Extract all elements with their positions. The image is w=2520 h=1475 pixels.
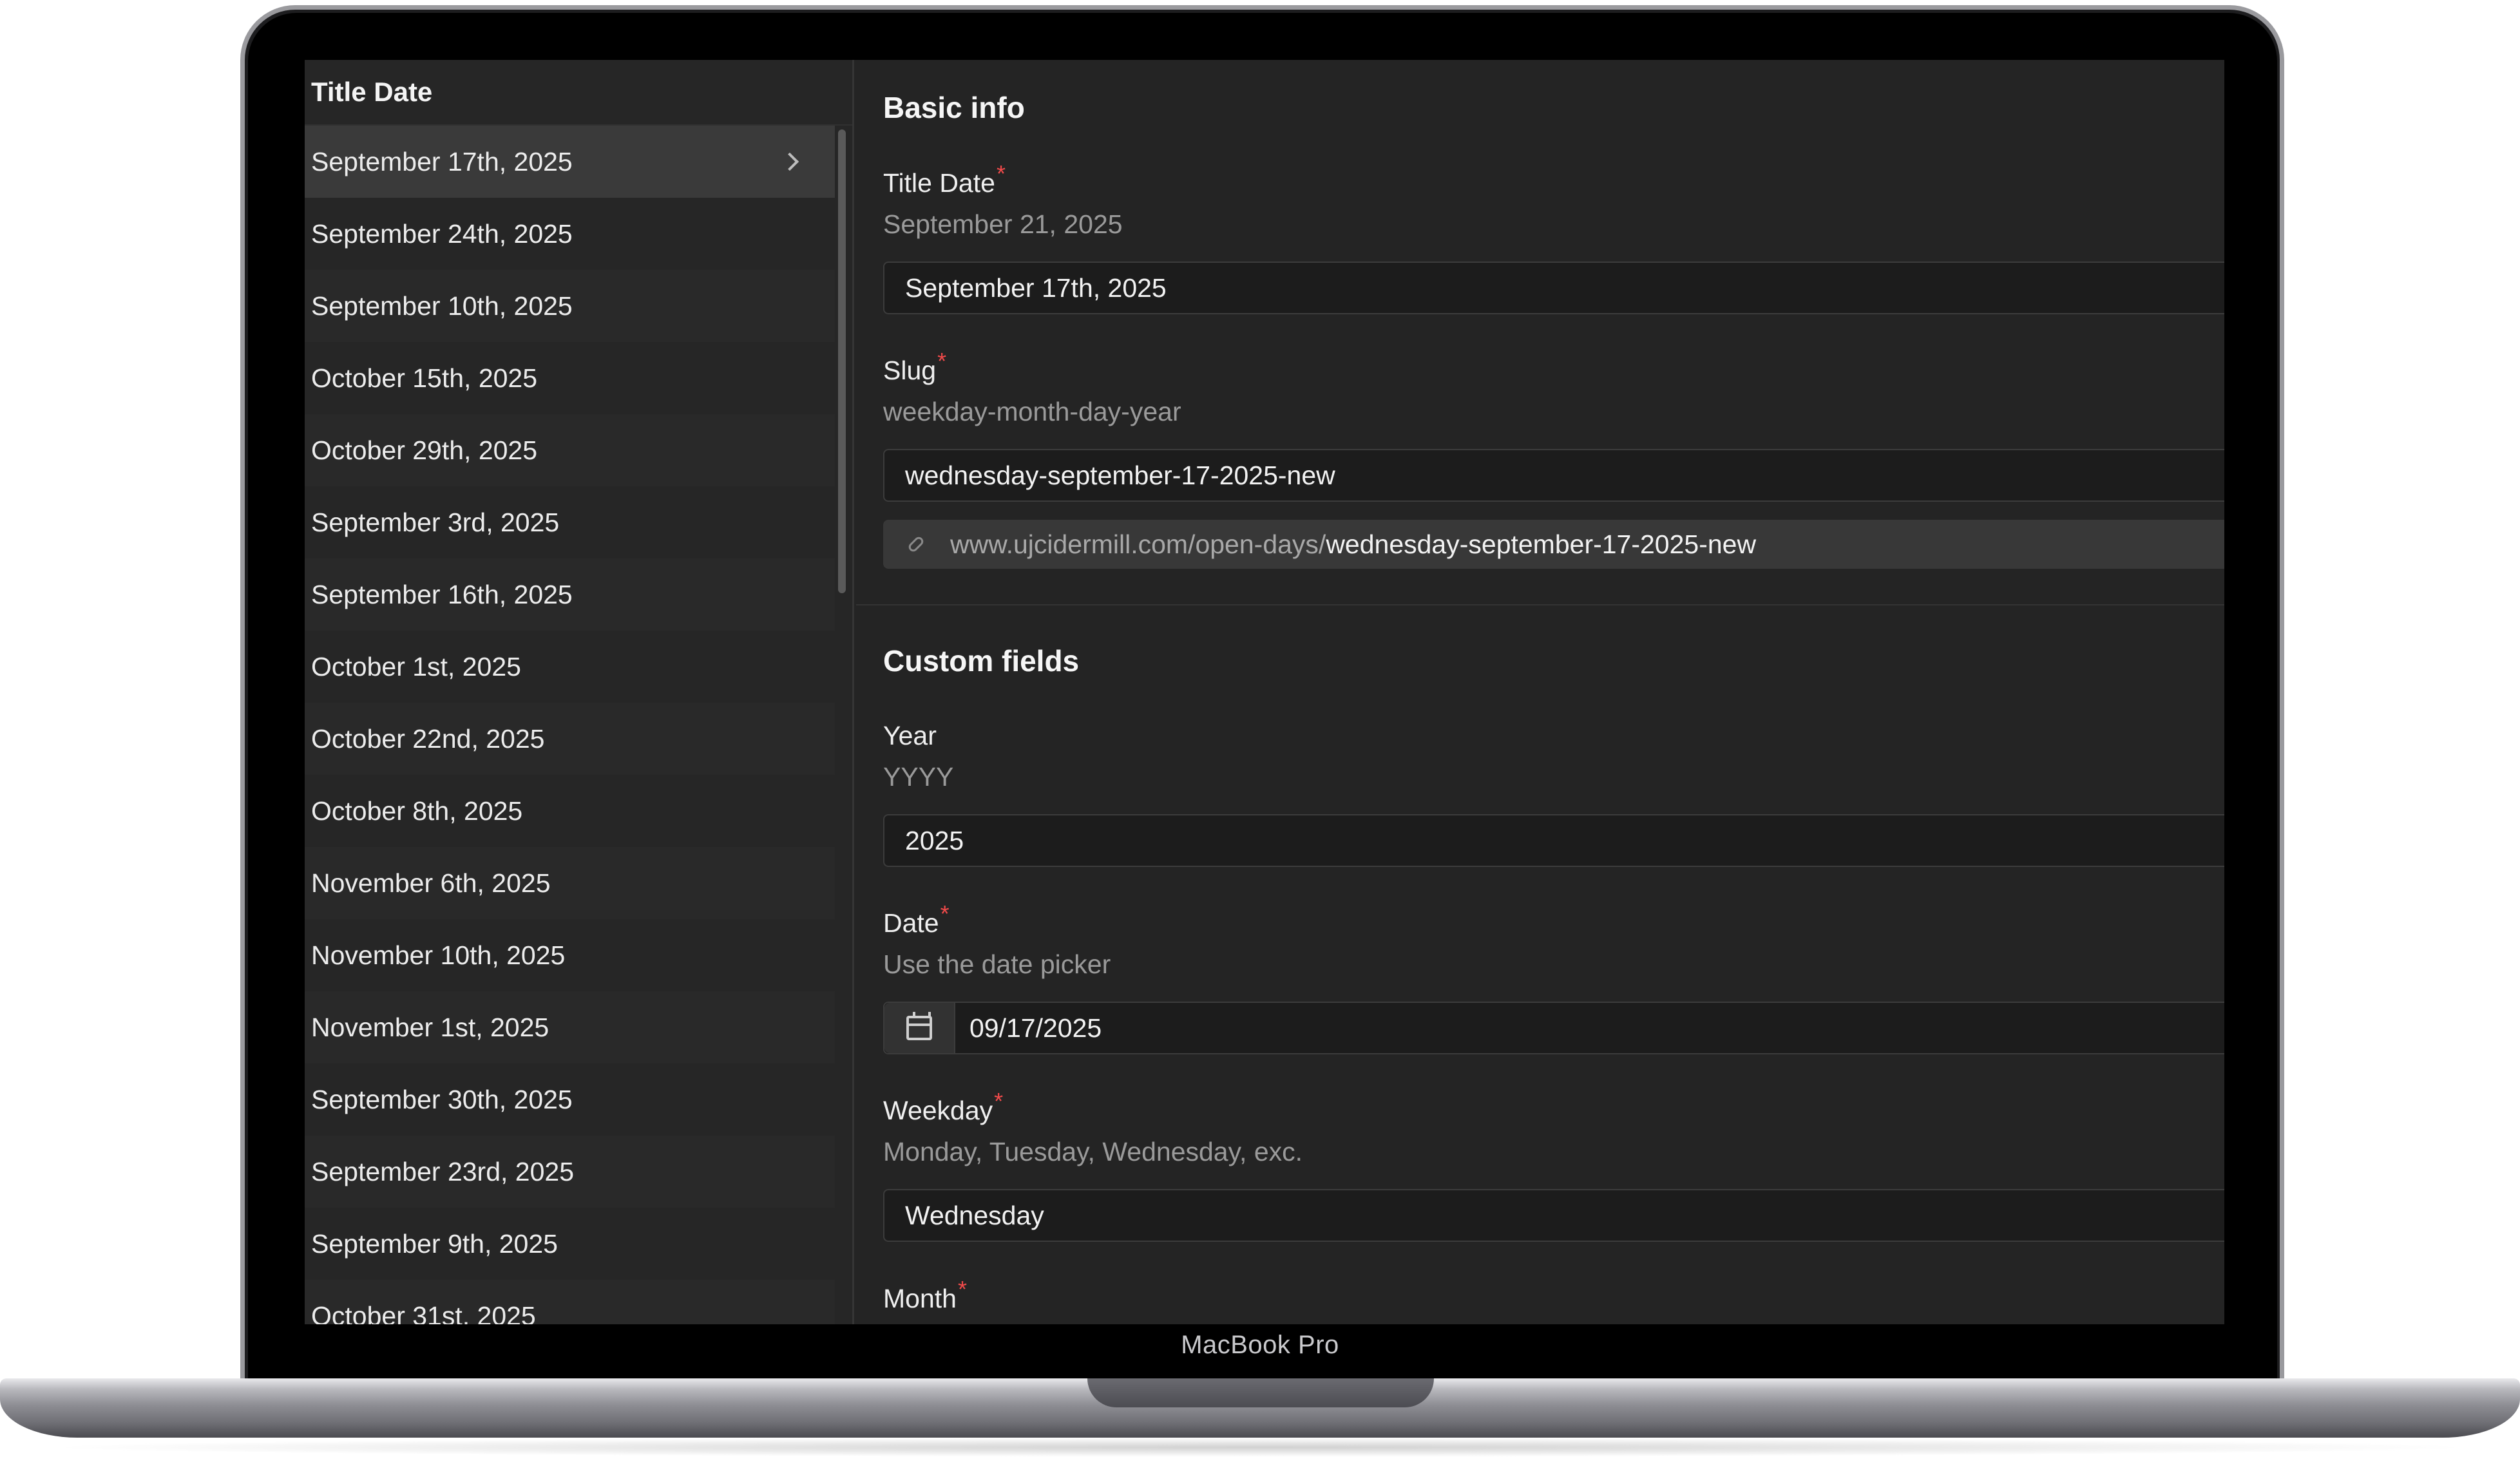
list-item-label: September 24th, 2025 [311,218,573,249]
list-scrollbar[interactable] [838,129,846,593]
title-date-input[interactable]: September 17th, 2025 [883,262,2224,314]
list-item-label: October 15th, 2025 [311,363,538,393]
list-item-label: September 17th, 2025 [311,146,573,176]
link-icon [906,535,926,554]
date-label: Date* [883,900,950,938]
list-item[interactable]: October 22nd, 2025 [305,703,835,775]
list-item[interactable]: September 17th, 2025 [305,126,835,198]
list-item-label: September 10th, 2025 [311,290,573,321]
document-list: September 17th, 2025 September 24th, 2025… [305,126,835,1324]
list-item-label: October 1st, 2025 [311,651,521,681]
list-item[interactable]: September 9th, 2025 [305,1208,835,1280]
list-item-label: November 1st, 2025 [311,1012,549,1042]
date-description: Use the date picker [883,949,1111,979]
date-value: 09/17/2025 [969,1013,1102,1043]
laptop-shadow [39,1438,2481,1457]
list-item[interactable]: October 1st, 2025 [305,631,835,703]
app-screen: Title Date September 17th, 2025 September… [305,60,2224,1324]
list-item[interactable]: September 24th, 2025 [305,198,835,270]
list-item-label: September 3rd, 2025 [311,507,560,537]
required-mark: * [996,160,1006,187]
weekday-description: Monday, Tuesday, Wednesday, exc. [883,1137,1303,1166]
list-item[interactable]: November 10th, 2025 [305,919,835,991]
slug-input[interactable]: wednesday-september-17-2025-new [883,449,2224,502]
list-item[interactable]: September 30th, 2025 [305,1063,835,1136]
list-item-label: October 31st, 2025 [311,1300,536,1325]
list-item[interactable]: November 1st, 2025 [305,991,835,1063]
list-item[interactable]: October 29th, 2025 [305,414,835,486]
list-item-label: November 6th, 2025 [311,868,551,898]
title-date-description: September 21, 2025 [883,209,1123,239]
list-item-label: September 30th, 2025 [311,1084,573,1114]
document-form: Basic info Title Date* September 21, 202… [856,60,2224,1324]
list-item[interactable]: October 31st, 2025 [305,1280,835,1324]
required-mark: * [940,900,950,927]
list-item[interactable]: September 16th, 2025 [305,558,835,631]
weekday-input[interactable]: Wednesday [883,1189,2224,1242]
document-list-pane: Title Date September 17th, 2025 September… [305,60,854,1324]
laptop-base-notch [1087,1378,1434,1407]
year-label: Year [883,721,937,750]
list-item-label: September 23rd, 2025 [311,1156,574,1186]
list-item-label: September 9th, 2025 [311,1228,558,1259]
list-item[interactable]: September 23rd, 2025 [305,1136,835,1208]
list-item[interactable]: October 15th, 2025 [305,342,835,414]
list-item[interactable]: October 8th, 2025 [305,775,835,847]
calendar-icon [906,1012,932,1040]
list-item-label: September 16th, 2025 [311,579,573,609]
device-label: MacBook Pro [1181,1331,1339,1359]
list-item-label: October 29th, 2025 [311,435,538,465]
list-item-label: November 10th, 2025 [311,940,566,970]
list-item-label: October 8th, 2025 [311,795,523,826]
month-label: Month* [883,1276,967,1313]
basic-info-title: Basic info [883,91,1025,124]
list-item[interactable]: November 6th, 2025 [305,847,835,919]
year-input[interactable]: 2025 [883,814,2224,867]
list-item[interactable]: September 3rd, 2025 [305,486,835,558]
list-item[interactable]: September 10th, 2025 [305,270,835,342]
list-header[interactable]: Title Date [305,60,852,126]
custom-fields-title: Custom fields [883,644,1080,678]
title-date-label: Title Date* [883,160,1006,198]
required-mark: * [937,348,947,374]
slug-label: Slug* [883,348,947,385]
required-mark: * [994,1088,1004,1114]
year-description: YYYY [883,762,954,792]
slug-url-preview[interactable]: www.ujcidermill.com/open-days/wednesday-… [883,520,2224,569]
slug-description: weekday-month-day-year [883,397,1181,426]
chevron-right-icon [780,152,799,171]
required-mark: * [957,1276,967,1302]
list-item-label: October 22nd, 2025 [311,723,545,754]
date-picker-button[interactable] [884,1003,955,1053]
weekday-label: Weekday* [883,1088,1004,1125]
section-divider [856,604,2224,605]
date-input[interactable]: 09/17/2025 [883,1002,2224,1054]
